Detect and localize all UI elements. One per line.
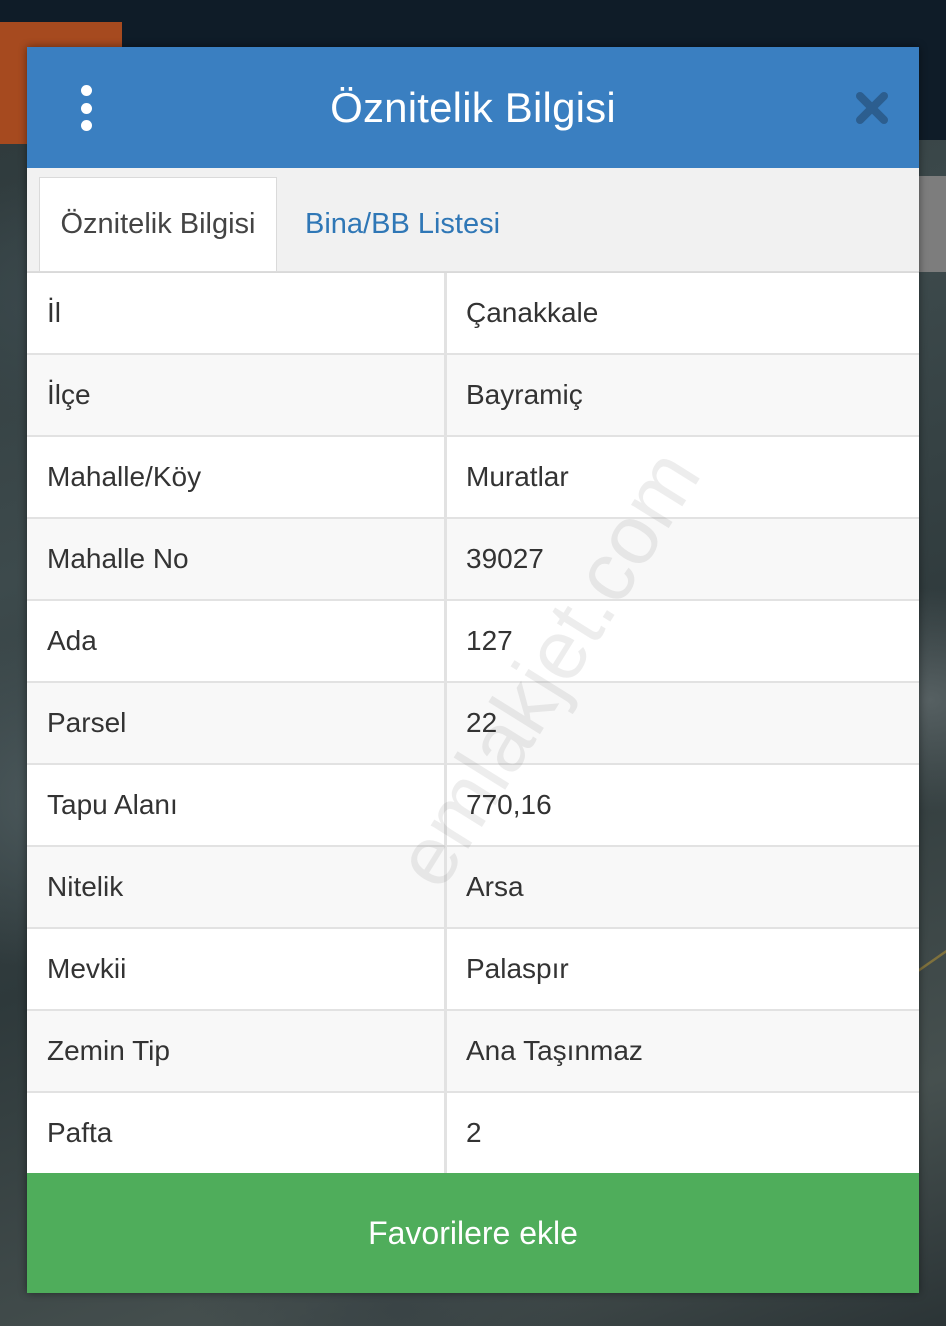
- attribute-info-dialog: Öznitelik Bilgisi Öznitelik Bilgisi Bina…: [27, 47, 919, 1293]
- table-row: Tapu Alanı 770,16: [27, 765, 919, 847]
- table-row: Zemin Tip Ana Taşınmaz: [27, 1011, 919, 1093]
- dialog-title: Öznitelik Bilgisi: [330, 83, 616, 131]
- tab-bar: Öznitelik Bilgisi Bina/BB Listesi: [27, 168, 919, 272]
- attribute-value: Ana Taşınmaz: [466, 1035, 643, 1066]
- table-row: Pafta 2: [27, 1093, 919, 1175]
- attribute-value: 770,16: [466, 789, 552, 820]
- vertical-ellipsis-icon[interactable]: [73, 85, 99, 131]
- menu-dot: [80, 120, 92, 131]
- map-side-tab: [918, 176, 946, 272]
- attribute-value: 127: [466, 625, 513, 656]
- attribute-value: 22: [466, 707, 498, 738]
- attribute-key: Mahalle/Köy: [27, 437, 447, 517]
- attribute-key: Ada: [27, 601, 447, 681]
- add-to-favorites-button[interactable]: Favorilere ekle: [27, 1173, 919, 1293]
- attribute-value: Muratlar: [466, 461, 569, 492]
- attribute-value: Çanakkale: [466, 297, 599, 328]
- attribute-key: Pafta: [27, 1093, 447, 1173]
- attribute-key: Mahalle No: [27, 519, 447, 599]
- attribute-value: Bayramiç: [466, 379, 583, 410]
- table-row: Mahalle No 39027: [27, 519, 919, 601]
- attribute-key: Nitelik: [27, 847, 447, 927]
- attribute-value: 2: [466, 1117, 482, 1148]
- attribute-table: İl Çanakkale İlçe Bayramiç Mahalle/Köy M…: [27, 272, 919, 1175]
- attribute-value: 39027: [466, 543, 544, 574]
- attribute-key: Tapu Alanı: [27, 765, 447, 845]
- table-row: İl Çanakkale: [27, 273, 919, 355]
- attribute-key: Zemin Tip: [27, 1011, 447, 1091]
- table-row: Nitelik Arsa: [27, 847, 919, 929]
- menu-dot: [80, 85, 92, 96]
- attribute-key: İlçe: [27, 355, 447, 435]
- attribute-key: İl: [27, 273, 447, 353]
- tab-attribute-info[interactable]: Öznitelik Bilgisi: [39, 177, 277, 271]
- table-row: Mahalle/Köy Muratlar: [27, 437, 919, 519]
- attribute-key: Mevkii: [27, 929, 447, 1009]
- attribute-value: Palaspır: [466, 953, 569, 984]
- table-row: İlçe Bayramiç: [27, 355, 919, 437]
- attribute-key: Parsel: [27, 683, 447, 763]
- menu-dot: [80, 102, 92, 114]
- dialog-header: Öznitelik Bilgisi: [27, 47, 919, 168]
- attribute-value: Arsa: [466, 871, 524, 902]
- close-icon[interactable]: [855, 91, 889, 125]
- tab-building-list[interactable]: Bina/BB Listesi: [305, 177, 500, 271]
- table-row: Ada 127: [27, 601, 919, 683]
- table-row: Mevkii Palaspır: [27, 929, 919, 1011]
- table-row: Parsel 22: [27, 683, 919, 765]
